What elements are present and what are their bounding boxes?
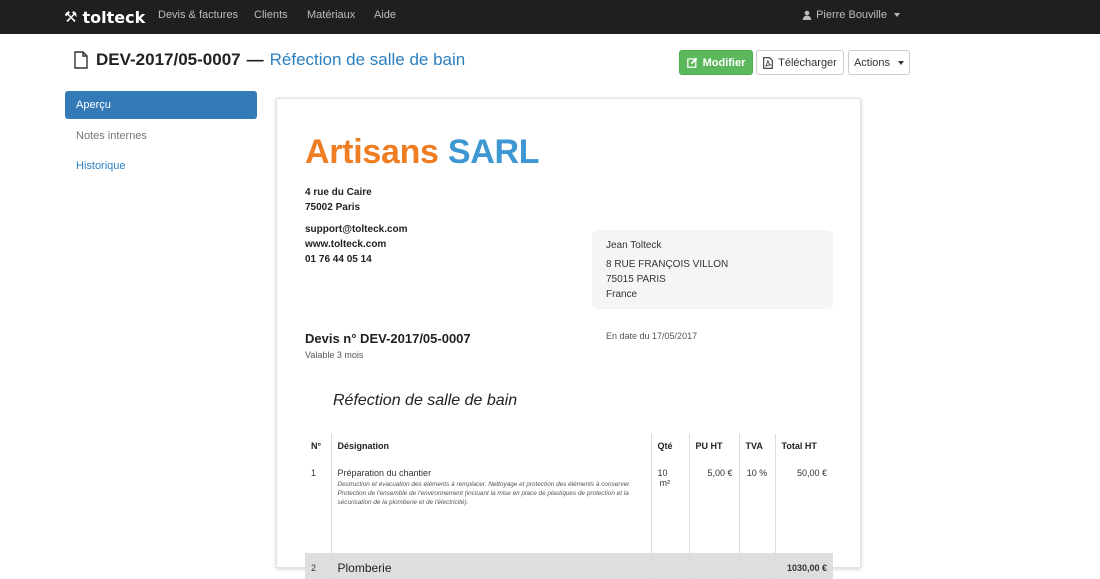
company-phone: 01 76 44 05 14 bbox=[305, 254, 372, 265]
brand-logo[interactable]: ⚒ tolteck bbox=[64, 6, 145, 28]
brand-name: tolteck bbox=[82, 7, 146, 27]
quote-reference: DEV-2017/05-0007 bbox=[96, 50, 241, 69]
company-website: www.tolteck.com bbox=[305, 239, 387, 250]
row-designation-title: Préparation du chantier bbox=[337, 468, 432, 478]
sidebar-item-notes-internes[interactable]: Notes internes bbox=[65, 122, 257, 150]
row-tva: 10 % bbox=[738, 458, 775, 553]
address-street: 4 rue du Caire bbox=[305, 187, 372, 198]
client-address-box: Jean Tolteck 8 RUE FRANÇOIS VILLON 75015… bbox=[592, 230, 833, 309]
table-row: 1 Préparation du chantier Destruction et… bbox=[305, 458, 833, 553]
client-street: 8 RUE FRANÇOIS VILLON bbox=[606, 259, 729, 270]
top-navbar: ⚒ tolteck Devis & factures Clients Matér… bbox=[0, 0, 1100, 34]
row-pu: 5,00 € bbox=[688, 458, 739, 553]
company-email: support@tolteck.com bbox=[305, 224, 408, 235]
nav-aide[interactable]: Aide bbox=[374, 9, 396, 21]
quote-name: Réfection de salle de bain bbox=[269, 50, 466, 69]
user-name: Pierre Bouville bbox=[816, 9, 887, 21]
col-header-pu: PU HT bbox=[688, 434, 739, 458]
nav-clients[interactable]: Clients bbox=[254, 9, 288, 21]
devis-number: Devis n° DEV-2017/05-0007 bbox=[305, 331, 471, 346]
actions-dropdown[interactable]: Actions bbox=[848, 50, 910, 75]
modifier-button[interactable]: Modifier bbox=[679, 50, 753, 75]
col-header-qty: Qté bbox=[650, 434, 689, 458]
modifier-label: Modifier bbox=[702, 56, 746, 69]
company-contact: support@tolteck.com www.tolteck.com 01 7… bbox=[305, 222, 408, 267]
devis-validity: Valable 3 mois bbox=[305, 350, 364, 360]
col-header-num: N° bbox=[311, 441, 322, 451]
table-row: 2 Plomberie 1030,00 € bbox=[305, 553, 833, 579]
row-qty-unit: m² bbox=[659, 478, 671, 488]
client-name: Jean Tolteck bbox=[606, 240, 662, 251]
client-country: France bbox=[606, 289, 638, 300]
chevron-down-icon bbox=[894, 13, 900, 17]
row-qty bbox=[650, 553, 689, 579]
tools-icon: ⚒ bbox=[64, 8, 78, 26]
company-name-part1: Artisans bbox=[305, 133, 439, 171]
row-total: 1030,00 € bbox=[774, 553, 833, 579]
row-total: 50,00 € bbox=[774, 458, 833, 553]
sidebar-item-historique[interactable]: Historique bbox=[65, 152, 257, 180]
row-qty-value: 10 bbox=[657, 468, 668, 478]
quote-table: N° Désignation Qté PU HT TVA Total HT 1 … bbox=[305, 434, 833, 579]
row-designation: Plomberie bbox=[330, 553, 651, 579]
col-header-tva: TVA bbox=[738, 434, 775, 458]
col-header-designation: Désignation bbox=[330, 434, 651, 458]
sidebar-item-apercu[interactable]: Aperçu bbox=[65, 91, 257, 119]
telecharger-label: Télécharger bbox=[778, 56, 837, 69]
section-title: Réfection de salle de bain bbox=[333, 392, 518, 409]
col-header-total: Total HT bbox=[774, 434, 833, 458]
row-pu bbox=[688, 553, 739, 579]
row-designation: Préparation du chantier Destruction et é… bbox=[330, 458, 651, 553]
chevron-down-icon bbox=[898, 60, 905, 65]
pdf-icon bbox=[763, 56, 773, 69]
user-icon bbox=[802, 10, 812, 20]
title-separator: — bbox=[246, 50, 264, 69]
telecharger-button[interactable]: Télécharger bbox=[756, 50, 844, 75]
row-num: 1 bbox=[311, 468, 317, 478]
file-icon bbox=[74, 51, 88, 69]
row-num: 2 bbox=[305, 553, 331, 579]
table-header: N° Désignation Qté PU HT TVA Total HT bbox=[305, 434, 833, 458]
row-designation-description: Destruction et évacuation des éléments à… bbox=[337, 481, 631, 506]
company-name: Artisans SARL bbox=[305, 133, 539, 172]
nav-materiaux[interactable]: Matériaux bbox=[307, 9, 355, 21]
address-city: 75002 Paris bbox=[305, 202, 361, 213]
nav-devis-factures[interactable]: Devis & factures bbox=[158, 9, 238, 21]
row-qty: 10 m² bbox=[650, 458, 689, 553]
user-menu[interactable]: Pierre Bouville bbox=[802, 9, 900, 21]
row-tva bbox=[738, 553, 775, 579]
client-city: 75015 PARIS bbox=[606, 274, 666, 285]
company-name-part2: SARL bbox=[447, 133, 540, 171]
page-title: DEV-2017/05-0007 — Réfection de salle de… bbox=[74, 49, 465, 71]
devis-date: En date du 17/05/2017 bbox=[606, 331, 698, 341]
actions-label: Actions bbox=[853, 56, 891, 69]
edit-icon bbox=[686, 57, 698, 68]
company-address: 4 rue du Caire 75002 Paris bbox=[305, 185, 372, 215]
quote-preview: Artisans SARL 4 rue du Caire 75002 Paris… bbox=[276, 98, 861, 579]
